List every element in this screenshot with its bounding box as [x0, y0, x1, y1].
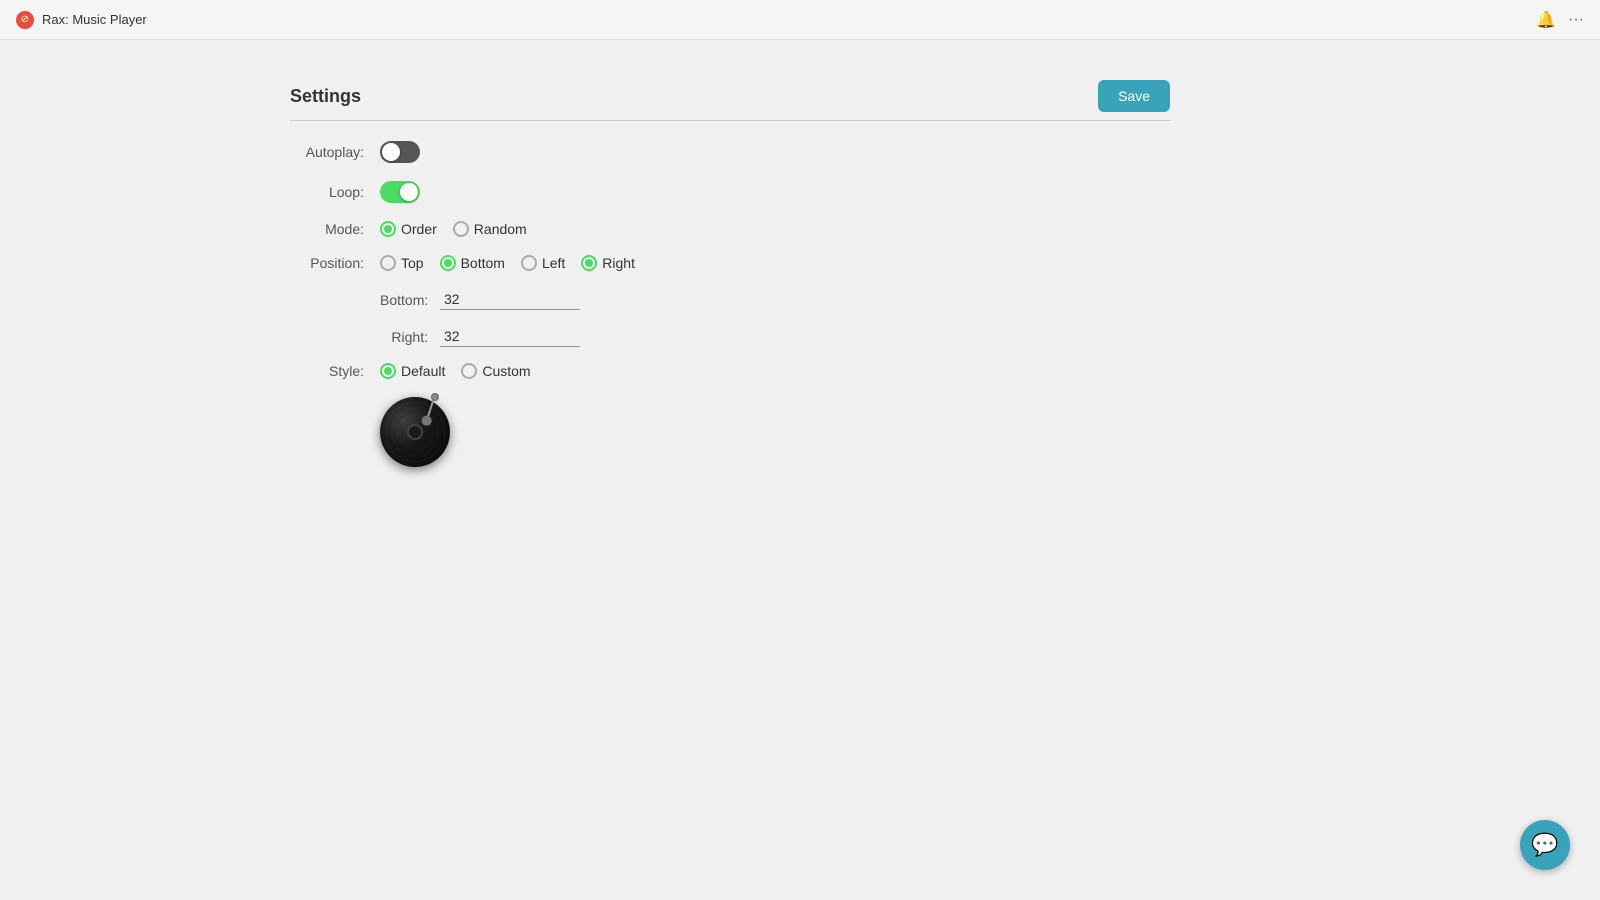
- mode-order-radio: [380, 221, 396, 237]
- save-button[interactable]: Save: [1098, 80, 1170, 112]
- position-top-label: Top: [401, 255, 424, 271]
- loop-toggle[interactable]: [380, 181, 420, 203]
- app-icon: ⊘: [16, 11, 34, 29]
- mode-random-radio: [453, 221, 469, 237]
- position-right-option[interactable]: Right: [581, 255, 635, 271]
- bottom-input-row: Bottom:: [380, 289, 1170, 310]
- mode-order-option[interactable]: Order: [380, 221, 437, 237]
- mode-radio-group: Order Random: [380, 221, 527, 237]
- right-input-row: Right:: [380, 326, 1170, 347]
- titlebar: ⊘ Rax: Music Player 🔔 ···: [0, 0, 1600, 40]
- autoplay-thumb: [382, 143, 400, 161]
- style-default-radio: [380, 363, 396, 379]
- position-left-radio: [521, 255, 537, 271]
- position-row: Position: Top Bottom Left Right: [290, 255, 1170, 271]
- style-radio-group: Default Custom: [380, 363, 531, 379]
- titlebar-left: ⊘ Rax: Music Player: [16, 11, 147, 29]
- position-bottom-option[interactable]: Bottom: [440, 255, 505, 271]
- style-custom-radio: [461, 363, 477, 379]
- mode-random-label: Random: [474, 221, 527, 237]
- position-bottom-label: Bottom: [461, 255, 505, 271]
- main-content: Settings Save Autoplay: Loop: Mode:: [0, 40, 1600, 477]
- loop-row: Loop:: [290, 181, 1170, 203]
- chat-button[interactable]: 💬: [1520, 820, 1570, 870]
- style-custom-label: Custom: [482, 363, 530, 379]
- mode-random-option[interactable]: Random: [453, 221, 527, 237]
- style-custom-option[interactable]: Custom: [461, 363, 530, 379]
- titlebar-right: 🔔 ···: [1536, 10, 1584, 30]
- style-label: Style:: [290, 363, 380, 379]
- loop-thumb: [400, 183, 418, 201]
- settings-title: Settings: [290, 86, 361, 107]
- position-right-label: Right: [602, 255, 635, 271]
- position-left-option[interactable]: Left: [521, 255, 565, 271]
- right-input[interactable]: [440, 326, 580, 347]
- bottom-input[interactable]: [440, 289, 580, 310]
- settings-container: Settings Save Autoplay: Loop: Mode:: [290, 80, 1170, 477]
- position-left-label: Left: [542, 255, 565, 271]
- position-bottom-radio: [440, 255, 456, 271]
- mode-label: Mode:: [290, 221, 380, 237]
- position-right-radio: [581, 255, 597, 271]
- arm-pivot: [431, 393, 439, 401]
- position-top-option[interactable]: Top: [380, 255, 424, 271]
- loop-label: Loop:: [290, 184, 380, 200]
- autoplay-row: Autoplay:: [290, 141, 1170, 163]
- bottom-input-label: Bottom:: [380, 292, 440, 308]
- style-default-option[interactable]: Default: [380, 363, 445, 379]
- autoplay-label: Autoplay:: [290, 144, 380, 160]
- mode-order-label: Order: [401, 221, 437, 237]
- player-preview: [380, 397, 470, 477]
- style-row: Style: Default Custom: [290, 363, 1170, 379]
- mode-row: Mode: Order Random: [290, 221, 1170, 237]
- divider: [290, 120, 1170, 121]
- settings-header: Settings Save: [290, 80, 1170, 112]
- more-icon[interactable]: ···: [1568, 11, 1584, 29]
- position-label: Position:: [290, 255, 380, 271]
- autoplay-toggle[interactable]: [380, 141, 420, 163]
- app-title: Rax: Music Player: [42, 12, 147, 27]
- style-default-label: Default: [401, 363, 445, 379]
- right-input-label: Right:: [380, 329, 440, 345]
- position-radio-group: Top Bottom Left Right: [380, 255, 635, 271]
- bell-icon[interactable]: 🔔: [1536, 10, 1556, 30]
- position-top-radio: [380, 255, 396, 271]
- player-disc: [380, 397, 450, 467]
- disc-center: [407, 424, 423, 440]
